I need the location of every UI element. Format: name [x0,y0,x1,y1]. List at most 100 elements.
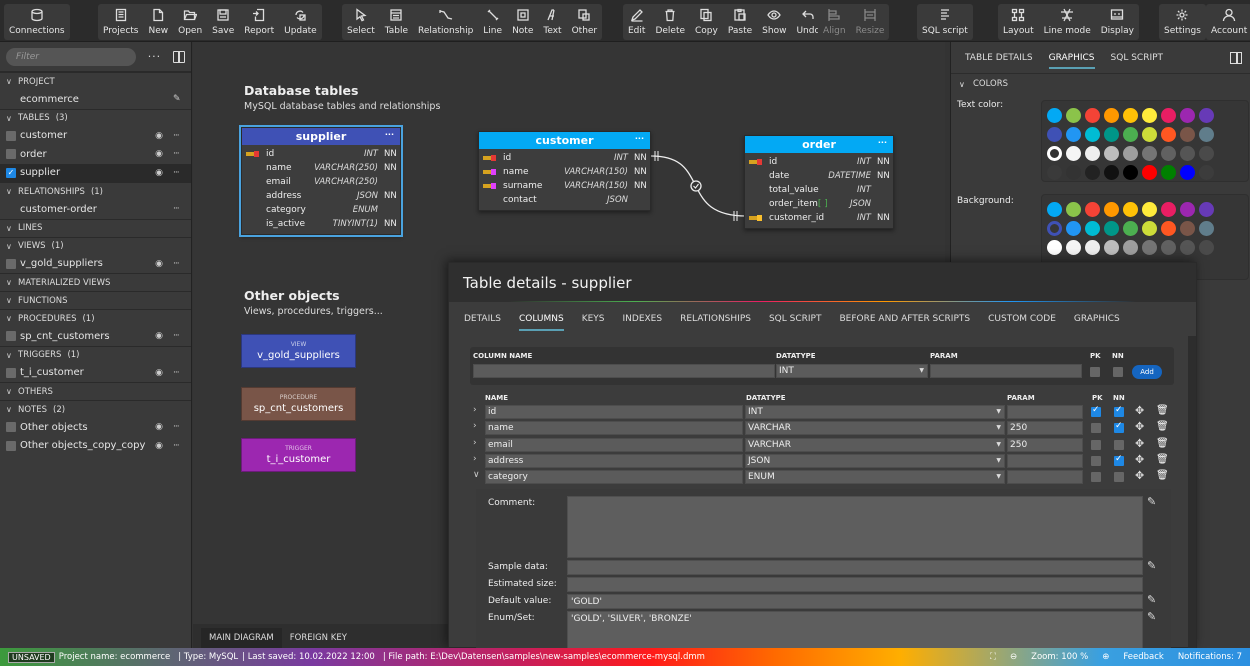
entity-column-row[interactable]: category ENUM [242,203,400,217]
color-swatch[interactable] [1161,202,1176,217]
more-icon[interactable]: ··· [173,368,185,378]
visibility-checkbox[interactable] [6,167,16,178]
move-icon[interactable]: ✥ [1135,404,1144,417]
sidebar-item-other-objects[interactable]: Other objects ◉ ··· [0,418,191,437]
color-swatch[interactable] [1066,202,1081,217]
more-icon[interactable]: ··· [148,50,162,63]
toolbar-line-mode-button[interactable]: Line mode [1039,4,1096,40]
eye-icon[interactable]: ◉ [153,259,165,269]
color-swatch[interactable] [1142,202,1157,217]
color-swatch[interactable] [1180,165,1195,180]
color-swatch[interactable] [1123,221,1138,236]
entity-column-row[interactable]: surname VARCHAR(150) NN [479,179,650,193]
filter-input[interactable] [6,47,136,66]
add-column-button[interactable]: Add [1132,365,1162,379]
diagram-tab-main-diagram[interactable]: MAIN DIAGRAM [201,628,282,648]
section-tables[interactable]: ∨ TABLES (3) [0,108,191,127]
color-swatch[interactable] [1066,221,1081,236]
column-datatype-select[interactable]: ENUM ▼ [745,470,1005,485]
trash-icon[interactable]: 🗑 [1156,405,1169,416]
dialog-tab-columns[interactable]: COLUMNS [518,309,564,331]
entity-column-row[interactable]: total_value INT [745,183,893,197]
sample-data-input[interactable] [567,560,1143,575]
sidebar-item-ecommerce[interactable]: ecommerce ✎ [0,90,191,109]
color-swatch[interactable] [1104,146,1119,161]
column-name-input[interactable]: name [485,421,743,436]
section-triggers[interactable]: ∨ TRIGGERS (1) [0,345,191,364]
color-swatch[interactable] [1047,127,1062,142]
trash-icon[interactable]: 🗑 [1156,438,1169,449]
toolbar-open-button[interactable]: Open [173,4,207,40]
visibility-checkbox[interactable] [6,331,16,342]
notifications-link[interactable]: Notifications: 7 [1178,652,1242,662]
more-icon[interactable]: ··· [173,259,185,269]
panel-tab-table-details[interactable]: TABLE DETAILS [965,47,1033,69]
color-swatch[interactable] [1142,146,1157,161]
eye-icon[interactable]: ◉ [153,441,165,451]
eye-icon[interactable]: ◉ [153,168,165,178]
new-column-nn-checkbox[interactable] [1113,367,1123,377]
color-swatch[interactable] [1142,165,1157,180]
dialog-tab-sql-script[interactable]: SQL SCRIPT [769,309,822,329]
section-others[interactable]: ∨ OTHERS [0,382,191,400]
color-swatch[interactable] [1199,202,1214,217]
column-pk-checkbox[interactable] [1091,455,1101,466]
visibility-checkbox[interactable] [6,130,16,141]
toolbar-relationship-button[interactable]: Relationship [413,4,478,40]
default-value-input[interactable]: 'GOLD' [567,594,1143,609]
sidebar-item-supplier[interactable]: supplier ◉ ··· [0,163,191,182]
color-swatch[interactable] [1066,146,1081,161]
toolbar-other-button[interactable]: Other [567,4,603,40]
sidebar-item-sp-cnt-customers[interactable]: sp_cnt_customers ◉ ··· [0,327,191,346]
color-swatch[interactable] [1180,146,1195,161]
color-swatch[interactable] [1199,221,1214,236]
toolbar-layout-button[interactable]: Layout [998,4,1039,40]
comment-textarea[interactable] [567,496,1143,558]
column-nn-checkbox[interactable] [1114,439,1124,450]
eye-icon[interactable]: ◉ [153,149,165,159]
column-param-input[interactable] [1007,453,1083,468]
column-param-input[interactable]: 250 [1007,421,1083,436]
color-swatch[interactable] [1104,165,1119,180]
section-functions[interactable]: ∨ FUNCTIONS [0,291,191,309]
color-swatch[interactable] [1142,221,1157,236]
color-swatch[interactable] [1104,240,1119,255]
sidebar-item-t-i-customer[interactable]: t_i_customer ◉ ··· [0,364,191,383]
color-swatch[interactable] [1161,240,1176,255]
sidebar-item-other-objects-copy-copy[interactable]: Other objects_copy_copy ◉ ··· [0,437,191,456]
toolbar-delete-button[interactable]: Delete [650,4,690,40]
color-swatch[interactable] [1047,221,1062,236]
color-swatch[interactable] [1047,146,1062,161]
entity-column-row[interactable]: email VARCHAR(250) [242,175,400,189]
more-icon[interactable]: ··· [173,422,185,432]
toolbar-paste-button[interactable]: Paste [723,4,757,40]
toolbar-display-button[interactable]: Display [1096,4,1139,40]
edit-comment-pencil-icon[interactable]: ✎ [1147,495,1156,508]
toolbar-save-button[interactable]: Save [207,4,239,40]
visibility-checkbox[interactable] [6,149,16,160]
more-icon[interactable]: ··· [173,441,185,451]
color-swatch[interactable] [1085,221,1100,236]
entity-column-row[interactable]: name VARCHAR(150) NN [479,165,650,179]
more-icon[interactable]: ··· [878,138,887,147]
color-swatch[interactable] [1066,127,1081,142]
color-swatch[interactable] [1180,240,1195,255]
color-swatch[interactable] [1104,202,1119,217]
section-relationships[interactable]: ∨ RELATIONSHIPS (1) [0,182,191,200]
canvas-object-view[interactable]: VIEW v_gold_suppliers [241,334,356,368]
color-swatch[interactable] [1047,165,1062,180]
column-name-input[interactable]: address [485,453,743,468]
eye-icon[interactable]: ◉ [153,131,165,141]
color-swatch[interactable] [1066,240,1081,255]
dialog-tab-details[interactable]: DETAILS [464,309,501,329]
entity-column-row[interactable]: is_active TINYINT(1) NN [242,217,400,231]
color-swatch[interactable] [1085,202,1100,217]
color-swatch[interactable] [1142,240,1157,255]
dialog-tab-graphics[interactable]: GRAPHICS [1074,309,1120,329]
colors-section-header[interactable]: ∨ COLORS [951,74,1250,94]
color-swatch[interactable] [1161,165,1176,180]
column-name-input[interactable]: category [485,470,743,485]
panel-toggle-icon[interactable] [1230,52,1242,64]
sidebar-item-v-gold-suppliers[interactable]: v_gold_suppliers ◉ ··· [0,255,191,274]
color-swatch[interactable] [1161,221,1176,236]
